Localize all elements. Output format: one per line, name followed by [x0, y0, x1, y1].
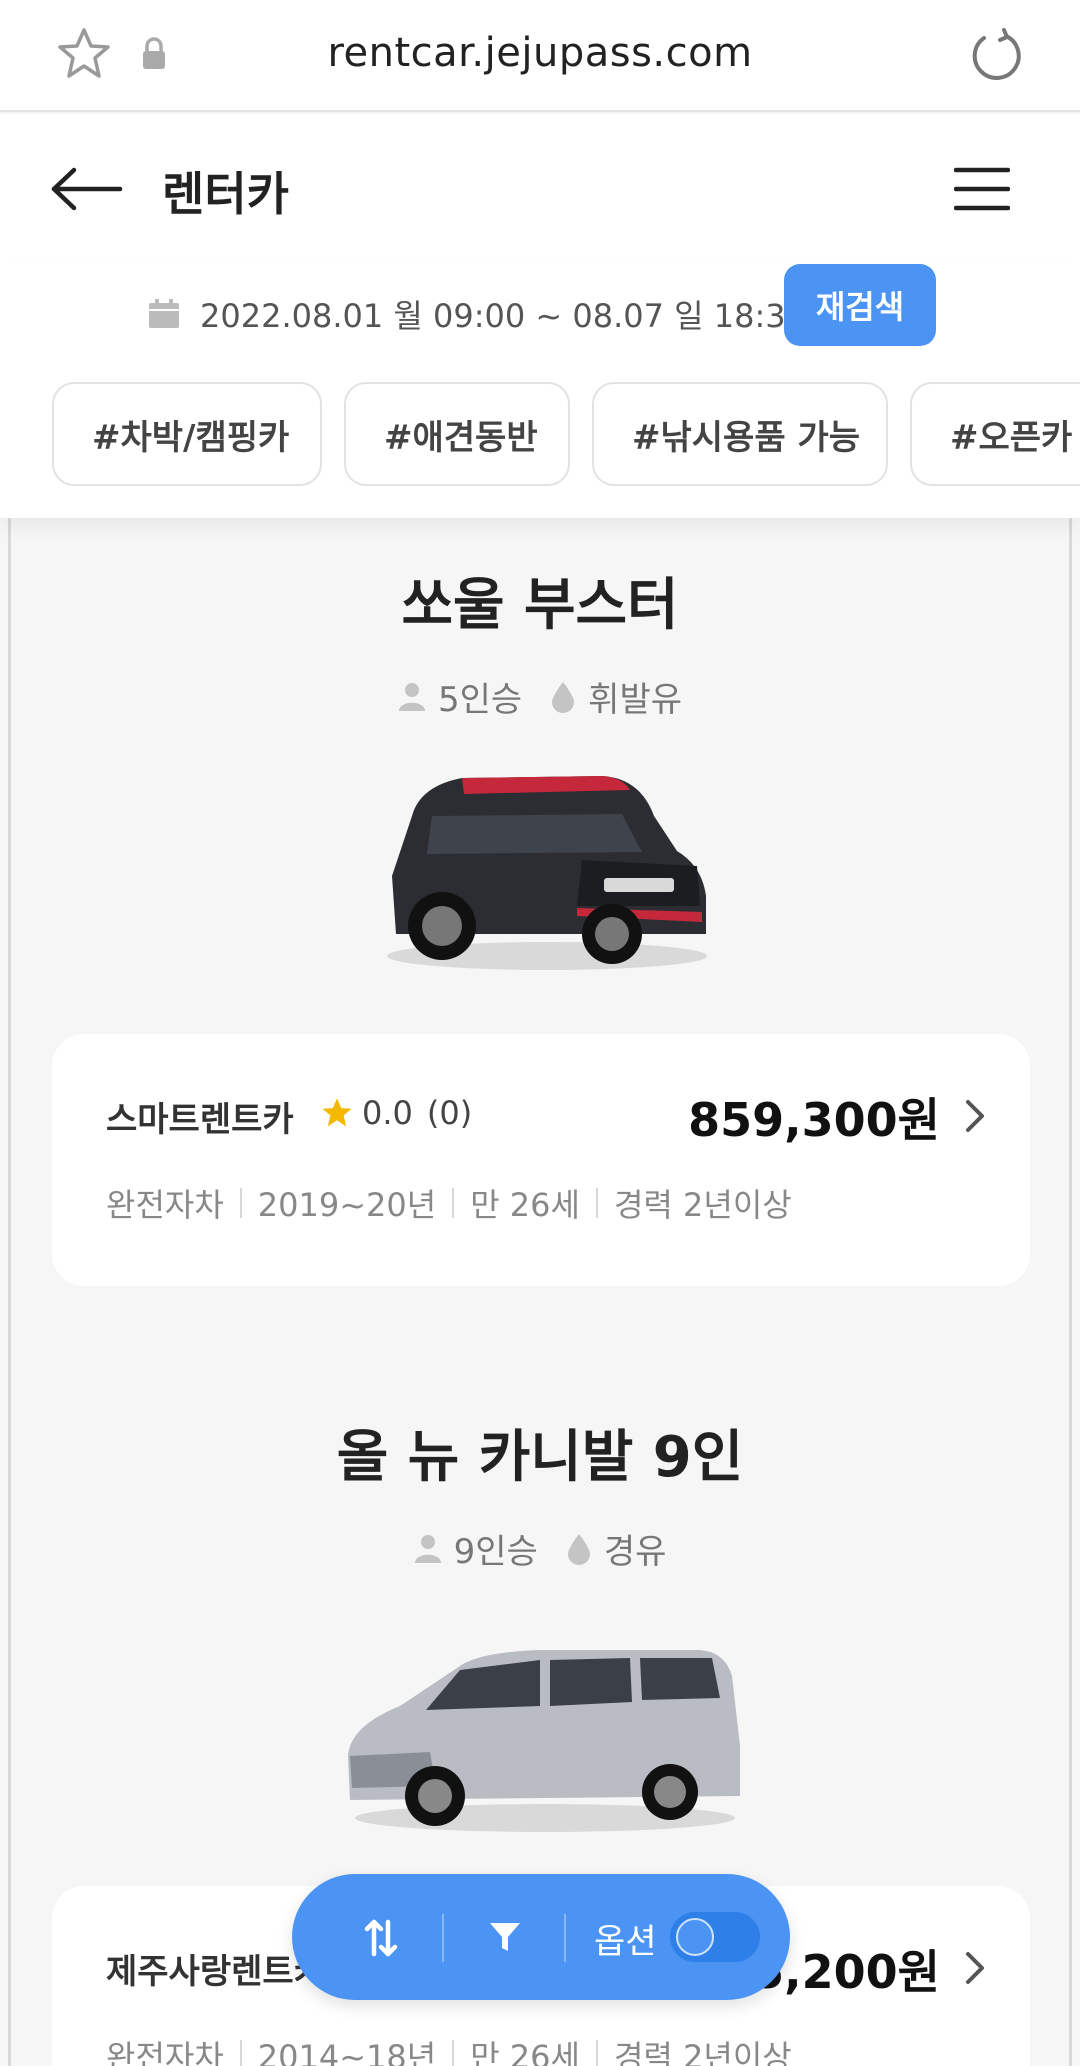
rental-company: 제주사랑렌트카 — [106, 1952, 325, 1992]
car-specs: 9인승 경유 — [0, 1524, 1080, 1573]
insurance: 완전자차 — [106, 2038, 224, 2066]
divider — [595, 1188, 598, 1218]
rating-score: 0.0 — [362, 1094, 413, 1132]
car-name[interactable]: 쏘울 부스터 — [0, 560, 1080, 641]
offer-info: 완전자차 2014~18년 만 26세 경력 2년이상 — [106, 2032, 792, 2066]
search-panel: 2022.08.01 월 09:00 ~ 08.07 일 18:30 재검색 #… — [0, 264, 1080, 518]
offer-card[interactable]: 스마트렌트카 0.0 (0) 859,300원 완전자차 2019~20년 만 … — [52, 1034, 1030, 1286]
min-experience: 경력 2년이상 — [613, 1186, 792, 1224]
browser-url-bar: rentcar.jejupass.com — [0, 0, 1080, 112]
star-icon — [322, 1098, 352, 1127]
tag-camping[interactable]: #차박/캠핑카 — [52, 382, 322, 486]
page-title: 렌터카 — [162, 167, 289, 221]
divider — [239, 2040, 242, 2066]
insurance: 완전자차 — [106, 1186, 224, 1224]
scroll-edge-left — [8, 290, 11, 2066]
divider — [452, 2040, 455, 2066]
divider — [442, 1914, 444, 1962]
car-name[interactable]: 올 뉴 카니발 9인 — [0, 1412, 1080, 1493]
toggle-knob — [676, 1918, 714, 1956]
min-experience: 경력 2년이상 — [613, 2038, 792, 2066]
chevron-right-icon[interactable] — [964, 1098, 986, 1134]
option-label: 옵션 — [594, 1922, 657, 1962]
tag-pet[interactable]: #애견동반 — [344, 382, 570, 486]
divider — [452, 1188, 455, 1218]
research-button[interactable]: 재검색 — [784, 264, 936, 346]
option-toggle[interactable] — [670, 1912, 760, 1962]
min-age: 만 26세 — [470, 2038, 580, 2066]
reload-icon[interactable] — [966, 26, 1026, 86]
sort-icon[interactable] — [364, 1918, 398, 1958]
price: 859,300원 — [688, 1093, 940, 1147]
model-year: 2014~18년 — [257, 2038, 437, 2066]
car-image-soul[interactable] — [372, 756, 722, 976]
divider — [564, 1914, 566, 1962]
back-arrow-icon[interactable] — [50, 166, 124, 212]
offer-info: 완전자차 2019~20년 만 26세 경력 2년이상 — [106, 1180, 792, 1226]
floating-action-bar: 옵션 — [292, 1874, 790, 2000]
model-year: 2019~20년 — [257, 1186, 437, 1224]
min-age: 만 26세 — [470, 1186, 580, 1224]
chevron-right-icon[interactable] — [964, 1950, 986, 1986]
person-icon — [414, 1534, 441, 1563]
fuel-drop-icon — [552, 681, 575, 713]
hamburger-menu-icon[interactable] — [954, 166, 1010, 212]
scroll-edge-right — [1069, 290, 1072, 2066]
seat-count: 9인승 — [453, 1532, 538, 1572]
rating: 0.0 (0) — [320, 1094, 472, 1132]
car-image-carnival[interactable] — [340, 1636, 750, 1836]
seat-count: 5인승 — [437, 680, 523, 720]
tag-open-car[interactable]: #오픈카 — [910, 382, 1080, 486]
fuel-type: 휘발유 — [588, 680, 683, 720]
review-count: (0) — [426, 1094, 473, 1132]
car-specs: 5인승 휘발유 — [0, 672, 1080, 721]
filter-icon[interactable] — [488, 1920, 522, 1954]
divider — [595, 2040, 598, 2066]
app-header: 렌터카 — [0, 114, 1080, 264]
tag-list: #차박/캠핑카 #애견동반 #낚시용품 가능 #오픈카 — [52, 382, 1080, 488]
date-range-text: 2022.08.01 월 09:00 ~ 08.07 일 18:30 — [200, 297, 806, 335]
url-text[interactable]: rentcar.jejupass.com — [0, 30, 1080, 76]
divider — [239, 1188, 242, 1218]
fuel-type: 경유 — [603, 1532, 667, 1572]
rental-company: 스마트렌트카 — [106, 1100, 294, 1140]
date-range-row[interactable]: 2022.08.01 월 09:00 ~ 08.07 일 18:30 — [148, 274, 806, 354]
calendar-icon — [149, 299, 179, 328]
tag-fishing[interactable]: #낚시용품 가능 — [592, 382, 888, 486]
person-icon — [398, 682, 425, 711]
fuel-drop-icon — [567, 1533, 590, 1565]
